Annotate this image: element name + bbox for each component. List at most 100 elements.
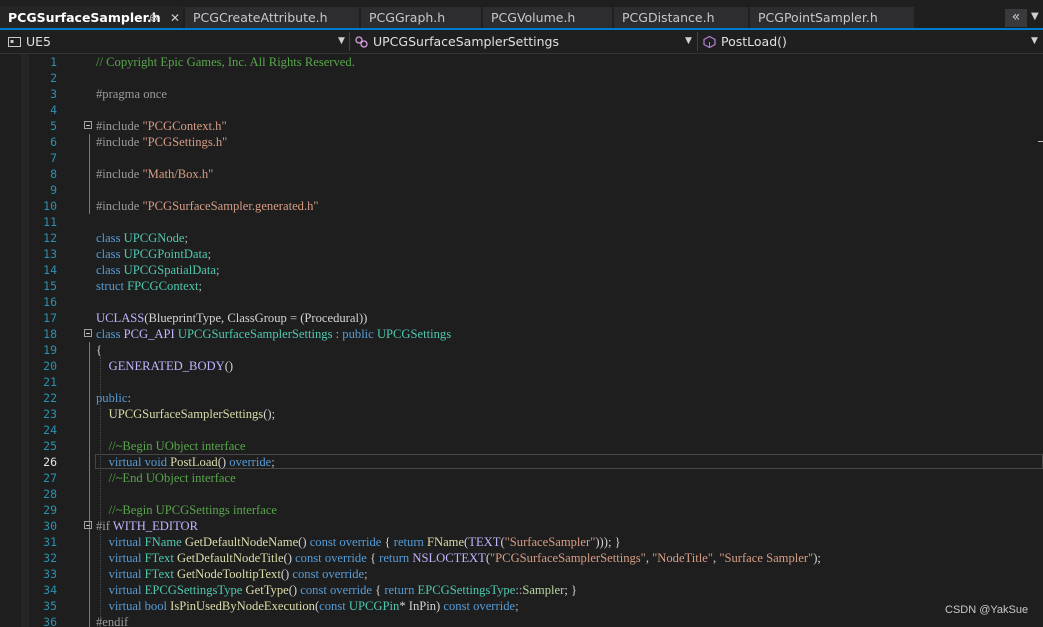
chevron-down-icon: ▼ xyxy=(338,36,345,46)
code-text: #if WITH_EDITOR xyxy=(96,519,199,533)
code-line[interactable]: 9 xyxy=(29,182,1043,198)
code-line[interactable]: 10 #include "PCGSurfaceSampler.generated.… xyxy=(29,198,1043,214)
code-line[interactable]: 16 xyxy=(29,294,1043,310)
code-line[interactable]: 19 { xyxy=(29,342,1043,358)
code-line[interactable]: 28 xyxy=(29,486,1043,502)
member-dropdown[interactable]: PostLoad() ▼ xyxy=(703,30,1041,53)
tab-overflow-button[interactable]: « xyxy=(1005,9,1027,27)
line-number: 2 xyxy=(50,71,57,85)
code-text: //~Begin UPCGSettings interface xyxy=(108,503,278,517)
tab-6[interactable]: PCGPointSampler.h xyxy=(750,7,914,28)
line-number: 25 xyxy=(43,439,57,453)
line-number: 12 xyxy=(43,231,57,245)
tab-4[interactable]: PCGVolume.h xyxy=(483,7,612,28)
code-line[interactable]: 11 xyxy=(29,214,1043,230)
code-text: virtual void PostLoad() override; xyxy=(108,455,275,469)
code-line[interactable]: 36 #endif xyxy=(29,614,1043,627)
code-line[interactable]: 3 #pragma once xyxy=(29,86,1043,102)
code-line[interactable]: 14 class UPCGSpatialData; xyxy=(29,262,1043,278)
line-number: 1 xyxy=(50,55,57,69)
code-line[interactable]: 2 xyxy=(29,70,1043,86)
code-line[interactable]: 35 virtual bool IsPinUsedByNodeExecution… xyxy=(29,598,1043,614)
tab-label: PCGDistance.h xyxy=(622,10,715,25)
line-number: 15 xyxy=(43,279,57,293)
project-icon xyxy=(8,37,21,47)
tab-label: PCGCreateAttribute.h xyxy=(193,10,328,25)
collapse-icon[interactable] xyxy=(84,521,92,529)
project-label: UE5 xyxy=(26,34,51,49)
code-text: { xyxy=(96,343,103,357)
tab-3[interactable]: PCGGraph.h xyxy=(361,7,481,28)
code-line[interactable]: 4 xyxy=(29,102,1043,118)
code-text: struct FPCGContext; xyxy=(96,279,203,293)
close-icon[interactable]: ✕ xyxy=(170,6,180,30)
code-line[interactable]: 1 // Copyright Epic Games, Inc. All Right… xyxy=(29,54,1043,70)
line-number: 20 xyxy=(43,359,57,373)
code-text: class UPCGSpatialData; xyxy=(96,263,220,277)
navigation-bar: UE5 ▼ UPCGSurfaceSamplerSettings ▼ PostL… xyxy=(0,30,1043,54)
code-line[interactable]: 18 class PCG_API UPCGSurfaceSamplerSettin… xyxy=(29,326,1043,342)
code-text: #include "PCGSettings.h" xyxy=(96,135,228,149)
code-line[interactable]: 22 public: xyxy=(29,390,1043,406)
line-number: 11 xyxy=(43,215,57,229)
code-text: virtual FText GetDefaultNodeTitle() cons… xyxy=(108,551,821,565)
scope-dropdown[interactable]: UPCGSurfaceSamplerSettings ▼ xyxy=(355,30,695,53)
collapse-icon[interactable] xyxy=(84,121,92,129)
code-line[interactable]: 7 xyxy=(29,150,1043,166)
code-editor[interactable]: 1 // Copyright Epic Games, Inc. All Right… xyxy=(29,54,1043,627)
code-line[interactable]: 17 UCLASS(BlueprintType, ClassGroup = (Pr… xyxy=(29,310,1043,326)
tab-label: PCGSurfaceSampler.h xyxy=(8,10,161,25)
code-text: class UPCGPointData; xyxy=(96,247,212,261)
code-line[interactable]: 33 virtual FText GetNodeTooltipText() co… xyxy=(29,566,1043,582)
project-dropdown[interactable]: UE5 ▼ xyxy=(8,30,348,53)
scope-label: UPCGSurfaceSamplerSettings xyxy=(373,34,559,49)
code-line[interactable]: 12 class UPCGNode; xyxy=(29,230,1043,246)
chevron-down-icon: ▼ xyxy=(685,36,692,46)
line-number: 28 xyxy=(43,487,57,501)
code-line[interactable]: 30 #if WITH_EDITOR xyxy=(29,518,1043,534)
code-line[interactable]: 15 struct FPCGContext; xyxy=(29,278,1043,294)
code-text: UCLASS(BlueprintType, ClassGroup = (Proc… xyxy=(96,311,368,325)
code-line[interactable]: 25 //~Begin UObject interface xyxy=(29,438,1043,454)
code-line[interactable]: 23 UPCGSurfaceSamplerSettings(); xyxy=(29,406,1043,422)
member-label: PostLoad() xyxy=(721,34,787,49)
line-number: 31 xyxy=(43,535,57,549)
tab-label: PCGVolume.h xyxy=(491,10,576,25)
code-line[interactable]: 31 virtual FName GetDefaultNodeName() co… xyxy=(29,534,1043,550)
glyph-margin[interactable] xyxy=(0,54,21,627)
collapse-icon[interactable] xyxy=(84,329,92,337)
tab-1[interactable]: PCGSurfaceSampler.h ⊕ ✕ xyxy=(0,6,183,30)
line-number: 4 xyxy=(50,103,57,117)
chevron-down-icon[interactable]: ▼ xyxy=(1031,11,1039,22)
code-line[interactable]: 26 virtual void PostLoad() override; xyxy=(29,454,1043,470)
pin-icon[interactable]: ⊕ xyxy=(149,6,158,30)
line-number: 35 xyxy=(43,599,57,613)
line-number: 5 xyxy=(50,119,57,133)
divider xyxy=(697,32,698,51)
line-number: 33 xyxy=(43,567,57,581)
line-number: 18 xyxy=(43,327,57,341)
code-text: virtual EPCGSettingsType GetType() const… xyxy=(108,583,578,597)
code-line[interactable]: 20 GENERATED_BODY() xyxy=(29,358,1043,374)
code-line[interactable]: 13 class UPCGPointData; xyxy=(29,246,1043,262)
code-text: virtual FName GetDefaultNodeName() const… xyxy=(108,535,621,549)
code-line[interactable]: 34 virtual EPCGSettingsType GetType() co… xyxy=(29,582,1043,598)
code-line[interactable]: 27 //~End UObject interface xyxy=(29,470,1043,486)
code-line[interactable]: 24 xyxy=(29,422,1043,438)
line-number: 17 xyxy=(43,311,57,325)
document-tab-strip: PCGSurfaceSampler.h ⊕ ✕ PCGCreateAttribute.… xyxy=(0,0,1043,30)
line-number: 24 xyxy=(43,423,57,437)
code-line[interactable]: 8 #include "Math/Box.h" xyxy=(29,166,1043,182)
code-line[interactable]: 29 //~Begin UPCGSettings interface xyxy=(29,502,1043,518)
code-text: #include "PCGContext.h" xyxy=(96,119,227,133)
code-line[interactable]: 6 #include "PCGSettings.h" xyxy=(29,134,1043,150)
code-line[interactable]: 32 virtual FText GetDefaultNodeTitle() c… xyxy=(29,550,1043,566)
line-number: 22 xyxy=(43,391,57,405)
code-text: #include "PCGSurfaceSampler.generated.h" xyxy=(96,199,319,213)
line-number: 10 xyxy=(43,199,57,213)
code-line[interactable]: 5 #include "PCGContext.h" xyxy=(29,118,1043,134)
code-text: virtual bool IsPinUsedByNodeExecution(co… xyxy=(108,599,519,613)
tab-5[interactable]: PCGDistance.h xyxy=(614,7,748,28)
tab-2[interactable]: PCGCreateAttribute.h xyxy=(185,7,359,28)
code-line[interactable]: 21 xyxy=(29,374,1043,390)
